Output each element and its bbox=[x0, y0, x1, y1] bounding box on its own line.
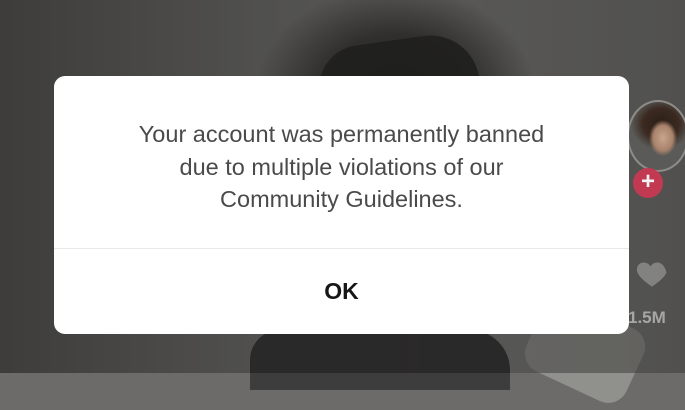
plus-icon[interactable]: + bbox=[633, 168, 663, 198]
ok-button[interactable]: OK bbox=[54, 249, 629, 334]
dialog-message: Your account was permanently banned due … bbox=[138, 121, 545, 212]
ban-dialog: Your account was permanently banned due … bbox=[54, 76, 629, 334]
heart-icon[interactable] bbox=[634, 255, 670, 291]
creator-avatar[interactable] bbox=[627, 100, 685, 172]
like-count: 1.5M bbox=[628, 308, 666, 327]
